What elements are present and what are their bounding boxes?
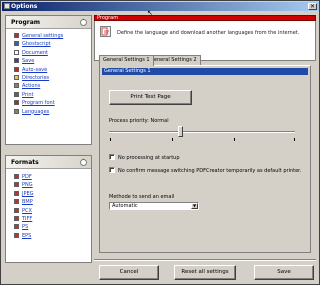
program-item[interactable]: Auto-save (6, 66, 91, 74)
reset-all-settings-button[interactable]: Reset all settings (174, 265, 236, 280)
settings-icon (14, 33, 19, 38)
languages-icon (14, 108, 19, 114)
formats-item[interactable]: JPEG (6, 190, 91, 198)
program-item[interactable]: Save (6, 57, 91, 65)
program-item-label: Program font (22, 100, 55, 107)
bmp-icon (14, 199, 19, 205)
collapse-icon[interactable]: ˄ (80, 19, 87, 26)
program-item-label: Ghostscript (22, 41, 51, 48)
document-settings-icon (100, 26, 111, 37)
tiff-icon (14, 215, 19, 221)
slider-thumb[interactable] (177, 126, 183, 137)
ghost-icon (14, 41, 19, 47)
program-item[interactable]: Document (6, 49, 91, 57)
formats-item[interactable]: PS (6, 223, 91, 231)
description-text: Define the language and download another… (117, 30, 300, 36)
formats-item[interactable]: EPS (6, 232, 91, 240)
formats-item[interactable]: BMP (6, 198, 91, 206)
slider-tick (234, 138, 235, 141)
program-item[interactable]: Directories (6, 74, 91, 82)
program-item-label: Actions (22, 83, 41, 90)
cancel-button[interactable]: Cancel (99, 265, 159, 280)
formats-list: PDF PNG JPEG BMP PCX TIFF PS EPS (6, 169, 91, 240)
formats-item-label: EPS (22, 232, 32, 239)
program-item-label: Auto-save (22, 66, 48, 73)
collapse-icon[interactable]: ˄ (80, 159, 87, 166)
program-item[interactable]: Print (6, 91, 91, 99)
program-item-label: Save (22, 58, 35, 65)
program-item-label: General settings (22, 33, 64, 39)
ps-icon (14, 224, 19, 230)
font-icon (14, 100, 19, 106)
formats-item[interactable]: PNG (6, 181, 91, 189)
save-icon (14, 58, 19, 64)
formats-item-label: PCX (22, 207, 32, 214)
save-button[interactable]: Save (254, 265, 314, 280)
button-bar: Cancel Reset all settings Save (94, 259, 316, 283)
program-panel: Program ˄ General settings Ghostscript Doc… (5, 15, 92, 145)
title-bar[interactable]: Options ✕ (2, 2, 319, 11)
program-item[interactable]: Ghostscript (6, 40, 91, 48)
divider (94, 259, 316, 261)
no-processing-checkbox[interactable] (109, 154, 115, 160)
tab-general-settings-1[interactable]: General Settings 1 (99, 55, 154, 66)
slider-tick (172, 138, 173, 141)
formats-panel-title: Formats (11, 159, 39, 166)
window-title: Options (11, 3, 38, 10)
slider-tick (110, 138, 111, 141)
formats-item[interactable]: PCX (6, 207, 91, 215)
process-priority-slider[interactable] (109, 131, 295, 133)
eps-icon (14, 232, 19, 238)
no-confirm-label: No confirm message switching PDFCreator … (118, 168, 302, 174)
formats-item-label: PDF (22, 174, 32, 180)
program-item-label: Document (22, 49, 48, 56)
formats-item[interactable]: TIFF (6, 215, 91, 223)
document-icon (14, 49, 19, 55)
formats-item-label: PS (22, 224, 29, 231)
email-method-label: Methode to send an email (109, 194, 175, 200)
formats-item-label: TIFF (22, 215, 33, 222)
autosave-icon (14, 66, 19, 72)
program-item[interactable]: Languages (6, 108, 91, 116)
chevron-down-icon[interactable]: ▼ (191, 203, 198, 209)
folder-icon (14, 74, 19, 80)
formats-item-label: BMP (22, 199, 33, 206)
print-test-page-button[interactable]: Print Test Page (109, 90, 192, 105)
email-method-select[interactable]: Automatic ▼ (109, 202, 199, 210)
page-title: General Settings 1 (102, 68, 308, 75)
formats-item-label: PNG (22, 182, 33, 189)
tab-general-settings-2[interactable]: General Settings 2 (146, 55, 201, 65)
process-priority-label: Process priority: Normal (109, 118, 169, 124)
no-confirm-checkbox[interactable] (109, 167, 115, 173)
jpeg-icon (14, 190, 19, 196)
options-window: Options ✕ ↖ Program ˄ General settings Gh… (0, 0, 320, 285)
program-item[interactable]: Program font (6, 99, 91, 107)
formats-item-label: JPEG (22, 190, 34, 197)
program-item[interactable]: General settings (6, 32, 91, 40)
email-method-value: Automatic (112, 203, 138, 209)
program-item-label: Print (22, 91, 34, 98)
formats-item[interactable]: PDF (6, 173, 91, 181)
print-icon (14, 91, 19, 97)
tab-page: General Settings 1 Print Test Page Proce… (99, 65, 311, 253)
formats-panel-header[interactable]: Formats ˄ (6, 156, 91, 169)
actions-icon (14, 83, 19, 89)
program-item[interactable]: Actions (6, 82, 91, 90)
png-icon (14, 182, 19, 188)
main-area: Program Define the language and download… (94, 15, 316, 260)
program-list: General settings Ghostscript Document Save A… (6, 29, 91, 116)
program-item-label: Directories (22, 74, 50, 81)
no-processing-label: No processing at startup (118, 155, 180, 161)
close-button[interactable]: ✕ (308, 3, 317, 10)
program-item-label: Languages (22, 108, 50, 115)
formats-panel: Formats ˄ PDF PNG JPEG BMP PCX TIFF PS EPS (5, 155, 92, 263)
pdf-icon (14, 174, 19, 179)
program-panel-title: Program (11, 19, 41, 26)
section-header-title: Program (97, 15, 119, 21)
program-panel-header[interactable]: Program ˄ (6, 16, 91, 29)
pcx-icon (14, 207, 19, 213)
slider-tick (294, 138, 295, 141)
app-icon (4, 3, 10, 9)
